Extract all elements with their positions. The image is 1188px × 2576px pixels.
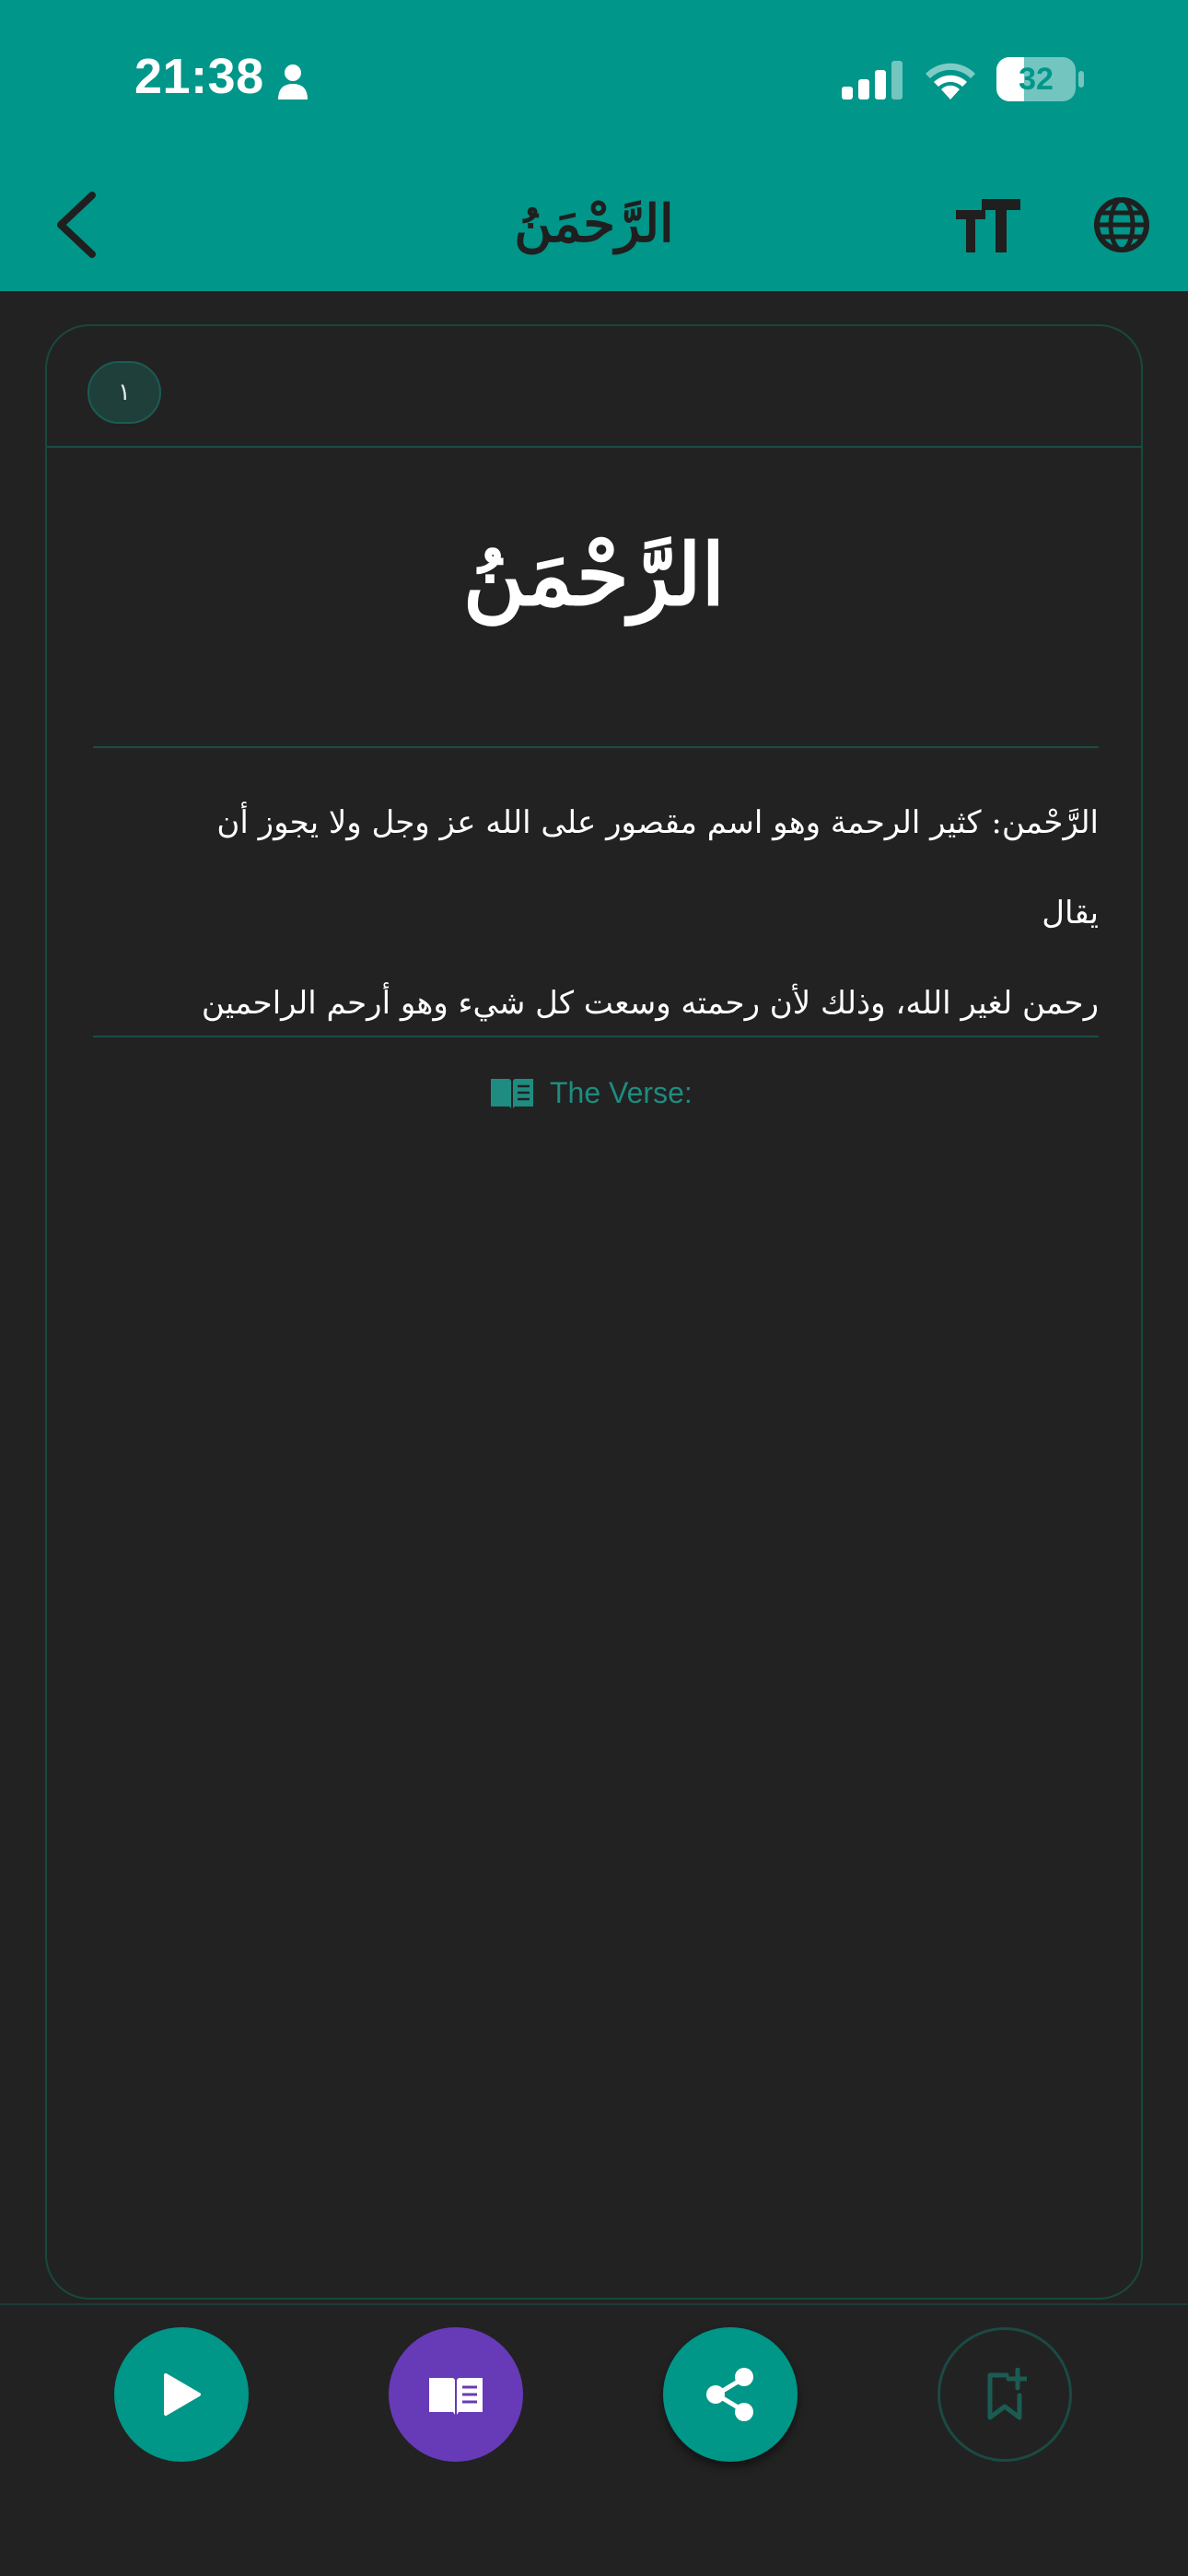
divider [47,446,1141,448]
read-button[interactable] [389,2327,523,2462]
app-header: 21:38 32 الرَّحْمَنُ [0,0,1188,291]
battery-level: 32 [1019,62,1054,97]
name-card: ١ الرَّحْمَنُ الرَّحْمن: كثير الرحمة وهو… [45,324,1143,2300]
play-icon [164,2373,201,2416]
name-description: الرَّحْمن: كثير الرحمة وهو اسم مقصور على… [167,778,1099,1048]
person-icon [278,64,308,100]
book-icon [429,2378,483,2415]
description-line: الرَّحْمن: كثير الرحمة وهو اسم مقصور على… [216,804,1099,931]
verse-label: The Verse: [550,1075,693,1109]
divider [93,1036,1099,1037]
battery-indicator: 32 [996,57,1085,101]
open-book-icon [491,1079,533,1108]
name-number-badge: ١ [87,361,161,424]
globe-icon[interactable] [1092,195,1151,254]
play-button[interactable] [114,2327,249,2462]
status-time: 21:38 [134,49,264,104]
bookmark-add-icon [987,2368,1027,2420]
wifi-icon [926,63,975,100]
name-heading: الرَّحْمَنُ [462,525,726,625]
share-icon [706,2368,753,2421]
bookmark-add-button[interactable] [938,2327,1072,2462]
text-size-icon[interactable] [956,195,1020,254]
share-button[interactable] [663,2327,798,2462]
verse-section-header: The Verse: [489,1071,693,1115]
divider [93,746,1099,748]
chevron-left-icon[interactable] [46,190,109,260]
cellular-signal-icon [842,61,903,100]
page-title: الرَّحْمَنُ [514,193,674,254]
